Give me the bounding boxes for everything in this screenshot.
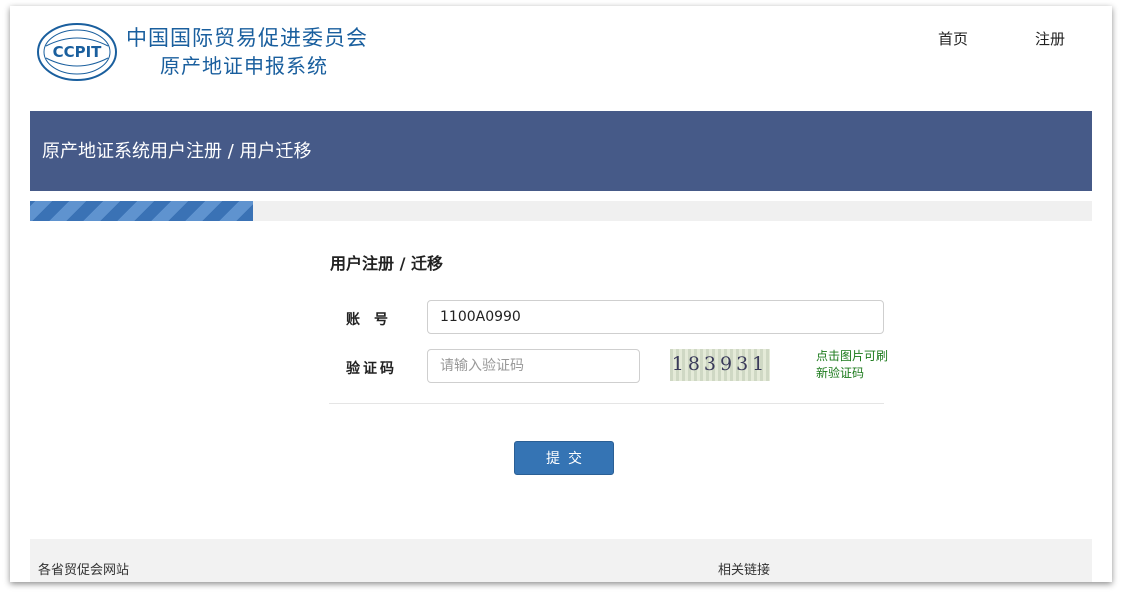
site-header: CCPIT 中国国际贸易促进委员会 原产地证申报系统 首页 注册 (10, 6, 1112, 111)
captcha-label: 验证码 (346, 361, 397, 377)
captcha-refresh-hint[interactable]: 点击图片可刷新验证码 (816, 348, 888, 382)
ccpit-logo: CCPIT (37, 23, 117, 81)
banner-title: 原产地证系统用户注册 / 用户迁移 (42, 141, 312, 162)
captcha-code: 183931 (671, 353, 769, 375)
system-name: 原产地证申报系统 (160, 54, 328, 78)
footer-right-heading: 相关链接 (718, 563, 771, 578)
organization-name: 中国国际贸易促进委员会 (126, 26, 368, 50)
logo-text: CCPIT (53, 43, 103, 61)
title-banner: 原产地证系统用户注册 / 用户迁移 (30, 111, 1092, 191)
progress-bar (30, 201, 1092, 221)
form-divider (329, 403, 884, 404)
captcha-input[interactable] (427, 349, 640, 383)
nav-register-link[interactable]: 注册 (1035, 28, 1065, 49)
browser-window: CCPIT 中国国际贸易促进委员会 原产地证申报系统 首页 注册 原产地证系统用… (10, 6, 1112, 582)
form-title: 用户注册 / 迁移 (330, 254, 443, 273)
page-footer: 各省贸促会网站 相关链接 (30, 539, 1092, 582)
nav-home-link[interactable]: 首页 (938, 28, 968, 49)
captcha-image[interactable]: 183931 (670, 349, 770, 381)
footer-left-heading: 各省贸促会网站 (38, 563, 130, 578)
account-input[interactable] (427, 300, 884, 334)
progress-bar-fill (30, 201, 254, 221)
submit-button[interactable]: 提交 (514, 441, 614, 475)
account-label: 账号 (346, 312, 402, 328)
